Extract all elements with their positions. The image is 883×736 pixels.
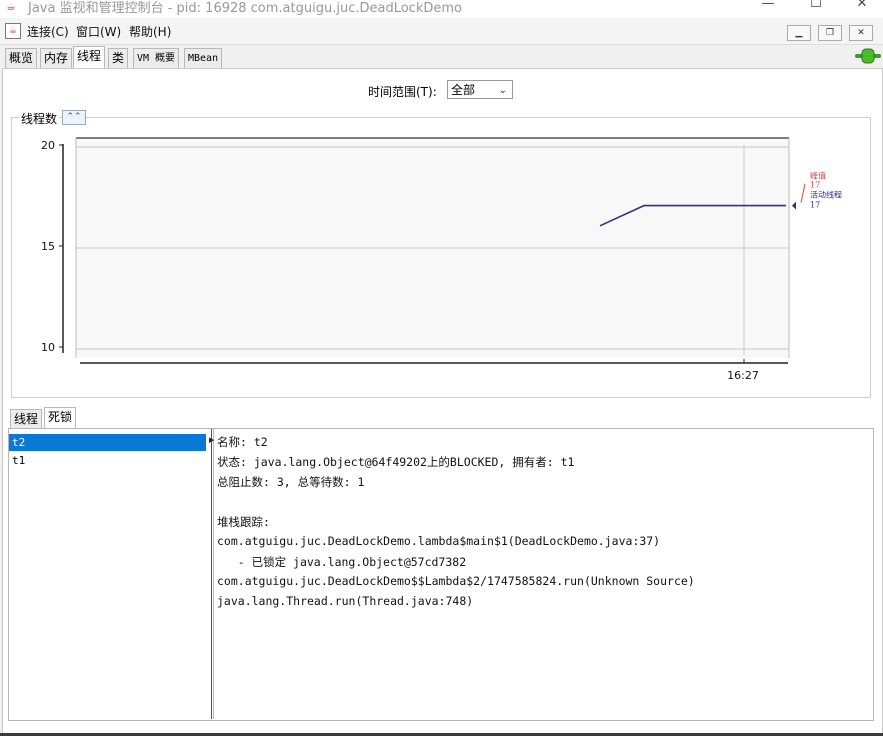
time-range-value: 全部 [451, 83, 476, 97]
tab-thread-list[interactable]: 线程 [10, 409, 43, 429]
list-item-t1[interactable]: t1 [9, 452, 206, 469]
time-range-label: 时间范围(T): [368, 85, 437, 99]
tab-classes[interactable]: 类 [108, 48, 129, 68]
menu-connect[interactable]: 连接(C) [27, 23, 69, 40]
y-tick-label: 10 [41, 341, 55, 354]
detail-state: 状态: java.lang.Object@64f49202上的BLOCKED, … [217, 455, 575, 469]
tab-threads[interactable]: 线程 [73, 46, 106, 68]
tab-mbean[interactable]: MBean [184, 48, 223, 68]
thread-count-chart: 16:27 201510 峰值17活动线程17 [41, 137, 842, 382]
list-item-t2[interactable]: t2 [9, 434, 206, 451]
tab-deadlock[interactable]: 死锁 [44, 407, 77, 429]
chevron-down-icon: ⌄ [498, 85, 507, 96]
split-pane-divider[interactable] [211, 429, 214, 719]
time-range-select[interactable]: 全部 ⌄ [447, 80, 513, 99]
y-tick-label: 15 [41, 240, 55, 253]
tab-overview[interactable]: 概览 [5, 48, 38, 68]
legend-peak-label: 峰值 [810, 171, 826, 181]
current-value-marker [792, 201, 796, 210]
mdi-close-button[interactable]: ✕ [849, 25, 873, 41]
stack-lock: - 已锁定 java.lang.Object@57cd7382 [217, 555, 467, 569]
minimize-button[interactable]: — [748, 0, 788, 14]
maximize-button[interactable]: ☐ [796, 0, 836, 14]
stack-frame: java.lang.Thread.run(Thread.java:748) [217, 594, 474, 608]
tab-vm-summary[interactable]: VM 概要 [133, 48, 180, 68]
legend-active-label: 活动线程 [810, 190, 842, 200]
document-icon[interactable]: ☕ [5, 23, 21, 39]
x-tick-label: 16:27 [727, 369, 759, 382]
thread-list [9, 429, 211, 719]
tab-bar: 概览 内存 线程 类 VM 概要 MBean [0, 46, 883, 68]
menu-help[interactable]: 帮助(H) [129, 23, 171, 40]
title-bar: ☕ Java 监视和管理控制台 - pid: 16928 com.atguigu… [0, 0, 883, 18]
peak-leader-line [800, 183, 806, 203]
detail-name: 名称: t2 [217, 435, 268, 449]
detail-counts: 总阻止数: 3, 总等待数: 1 [217, 475, 365, 489]
detail-stack-header: 堆栈跟踪: [217, 515, 270, 529]
menu-bar: ☕ 连接(C) 窗口(W) 帮助(H) ▁ ❐ ✕ [0, 18, 883, 45]
java-app-icon: ☕ [6, 0, 16, 13]
window-title: Java 监视和管理控制台 - pid: 16928 com.atguigu.j… [28, 1, 462, 16]
tab-memory[interactable]: 内存 [40, 48, 73, 68]
legend-active-value: 17 [810, 201, 820, 210]
stack-frame: com.atguigu.juc.DeadLockDemo.lambda$main… [217, 534, 661, 548]
stack-frame: com.atguigu.juc.DeadLockDemo$$Lambda$2/1… [217, 574, 695, 588]
close-button[interactable]: ✕ [842, 0, 882, 14]
y-tick-label: 20 [41, 139, 55, 152]
legend-peak-value: 17 [810, 181, 820, 190]
mdi-restore-button[interactable]: ❐ [818, 25, 842, 41]
menu-window[interactable]: 窗口(W) [76, 23, 121, 40]
mdi-minimize-button[interactable]: ▁ [787, 25, 811, 41]
expand-arrow-icon[interactable]: ▶ [209, 436, 214, 444]
